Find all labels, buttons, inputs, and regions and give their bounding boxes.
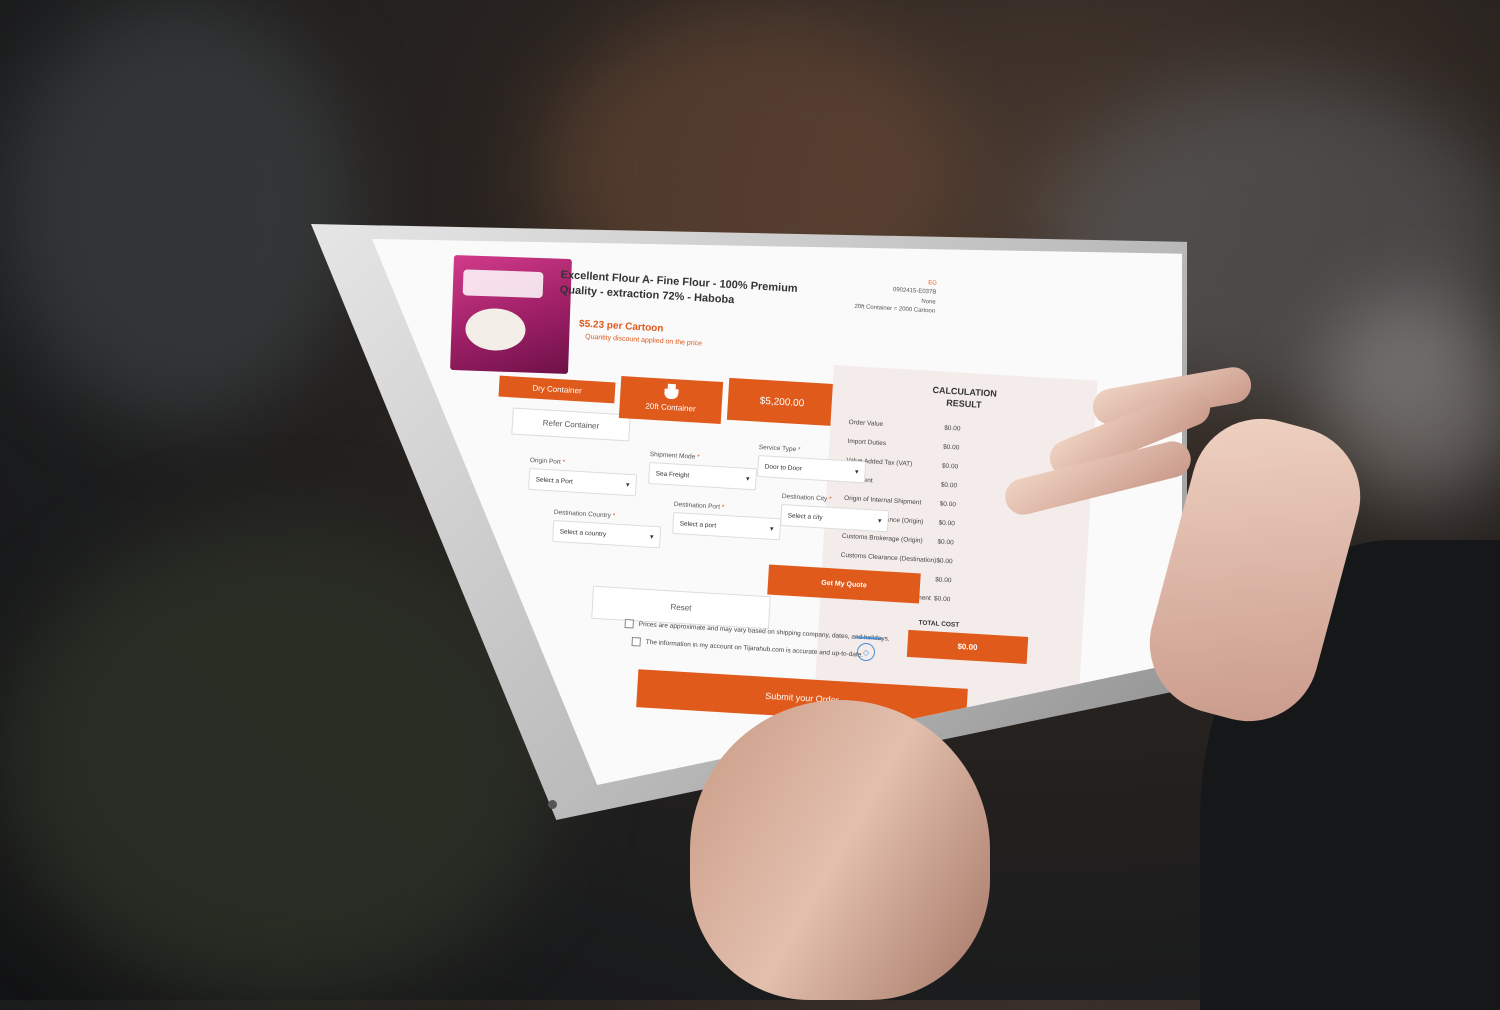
product-image [450,254,572,375]
service-type-field: Service Type * Door to Door ▾ [757,444,867,484]
discount-note: Quantity discount applied on the price [584,333,703,348]
calc-title: CALCULATION RESULT [832,379,1097,418]
service-type-label: Service Type [758,444,797,454]
destination-port-select[interactable]: Select a port ▾ [672,511,782,541]
chevron-down-icon: ▾ [625,481,630,489]
service-type-select[interactable]: Door to Door ▾ [757,454,867,484]
origin-port-label: Origin Port [529,457,562,466]
destination-country-select[interactable]: Select a country ▾ [552,519,662,549]
destination-port-field: Destination Port * Select a port ▾ [672,501,782,541]
chevron-down-icon: ▾ [877,517,882,525]
left-hand [690,700,990,1000]
background-blur [0,0,360,420]
product-price: $5.23 per Cartoon [578,318,664,335]
container-amount: $5,200.00 [726,377,838,427]
checkbox[interactable] [624,619,634,629]
flour-graphic [464,307,527,352]
destination-country-label: Destination Country [553,509,611,520]
product-meta: EG 0902415-E037B None 20ft Container = 2… [845,274,937,316]
chevron-down-icon: ▾ [649,533,654,541]
help-widget-icon[interactable]: ◇ [857,643,875,661]
tablet-home-button [548,800,557,809]
destination-city-label: Destination City [781,493,828,503]
product-logo [462,269,544,299]
destination-port-label: Destination Port [673,501,721,511]
shipment-mode-select[interactable]: Sea Freight ▾ [648,461,758,491]
chevron-down-icon: ▾ [745,475,750,483]
destination-country-field: Destination Country * Select a country ▾ [552,509,662,549]
container-size-label: 20ft Container [645,401,696,413]
shipment-mode-label: Shipment Mode [649,451,696,461]
checkbox[interactable] [631,637,641,647]
chevron-down-icon: ▾ [769,525,774,533]
dry-container-button[interactable]: Dry Container [498,375,616,404]
refer-container-button[interactable]: Refer Container [511,407,631,442]
ship-icon [664,388,679,399]
origin-port-field: Origin Port * Select a Port ▾ [528,457,638,497]
calculation-result-panel: CALCULATION RESULT Order Value $0.00 Impo… [813,365,1098,721]
total-cost-label: TOTAL COST [918,619,960,630]
chevron-down-icon: ▾ [854,468,859,476]
destination-city-field: Destination City * Select a city ▾ [780,493,890,533]
shipment-mode-field: Shipment Mode * Sea Freight ▾ [648,451,758,491]
container-size-button[interactable]: 20ft Container [618,376,724,424]
destination-city-select[interactable]: Select a city ▾ [780,503,890,533]
product-title: Excellent Flour A- Fine Flour - 100% Pre… [559,268,798,307]
total-cost-value: $0.00 [906,630,1029,665]
origin-port-select[interactable]: Select a Port ▾ [528,467,638,497]
